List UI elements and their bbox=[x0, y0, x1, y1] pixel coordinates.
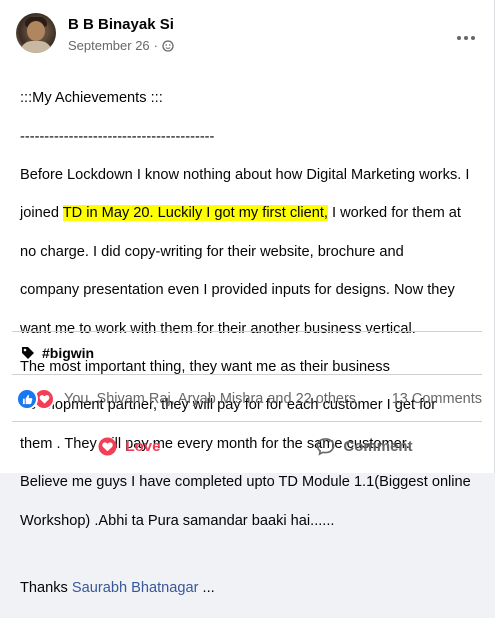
post-line: no charge. I did copy-writing for their … bbox=[20, 243, 404, 260]
post-date[interactable]: September 26 bbox=[68, 38, 150, 53]
reaction-icons[interactable] bbox=[16, 388, 55, 410]
meta-separator: · bbox=[153, 38, 159, 53]
post-line: joined TD in May 20. Luckily I got my fi… bbox=[20, 205, 461, 222]
comment-icon bbox=[317, 437, 335, 456]
action-bar: Love Comment bbox=[12, 428, 482, 464]
post-line: want me to work with them for their anot… bbox=[20, 320, 416, 337]
love-button[interactable]: Love bbox=[12, 428, 247, 464]
thanks-line: Thanks Saurabh Bhatnagar ... bbox=[20, 580, 215, 597]
post-heading: :::My Achievements ::: bbox=[20, 90, 163, 107]
post-line: Before Lockdown I know nothing about how… bbox=[20, 167, 470, 184]
like-icon bbox=[16, 388, 38, 410]
friends-icon bbox=[162, 39, 174, 52]
highlighted-text: TD in May 20. Luckily I got my first cli… bbox=[62, 205, 328, 222]
post-rule: ---------------------------------------- bbox=[20, 128, 215, 145]
heart-icon bbox=[98, 436, 118, 456]
post-line: Believe me guys I have completed upto TD… bbox=[20, 474, 471, 491]
hashtag[interactable]: #bigwin bbox=[20, 345, 94, 361]
more-options-button[interactable] bbox=[452, 28, 480, 48]
reactions-summary: You, Shivam Raj, Aryab Mishra and 22 oth… bbox=[16, 388, 482, 410]
hashtag-label: #bigwin bbox=[42, 345, 95, 361]
comment-count[interactable]: 13 Comments bbox=[392, 391, 482, 407]
divider bbox=[12, 374, 482, 375]
post-line: company presentation even I provided inp… bbox=[20, 282, 455, 299]
post-meta: September 26 · bbox=[68, 38, 174, 53]
post-line: Workshop) .Abhi ta Pura samandar baaki h… bbox=[20, 512, 335, 529]
author-name[interactable]: B B Binayak Si bbox=[68, 16, 174, 33]
reaction-names[interactable]: You, Shivam Raj, Aryab Mishra and 22 oth… bbox=[64, 391, 356, 407]
divider bbox=[12, 421, 482, 422]
mention-link[interactable]: Saurabh Bhatnagar bbox=[72, 580, 199, 596]
post-card: B B Binayak Si September 26 · :::My Achi… bbox=[0, 0, 495, 596]
comment-button[interactable]: Comment bbox=[247, 428, 482, 464]
comment-label: Comment bbox=[343, 437, 413, 455]
tag-icon bbox=[22, 347, 34, 359]
post-text: :::My Achievements ::: -----------------… bbox=[20, 70, 486, 618]
divider bbox=[12, 331, 482, 332]
avatar[interactable] bbox=[16, 13, 56, 53]
love-label: Love bbox=[125, 437, 161, 455]
